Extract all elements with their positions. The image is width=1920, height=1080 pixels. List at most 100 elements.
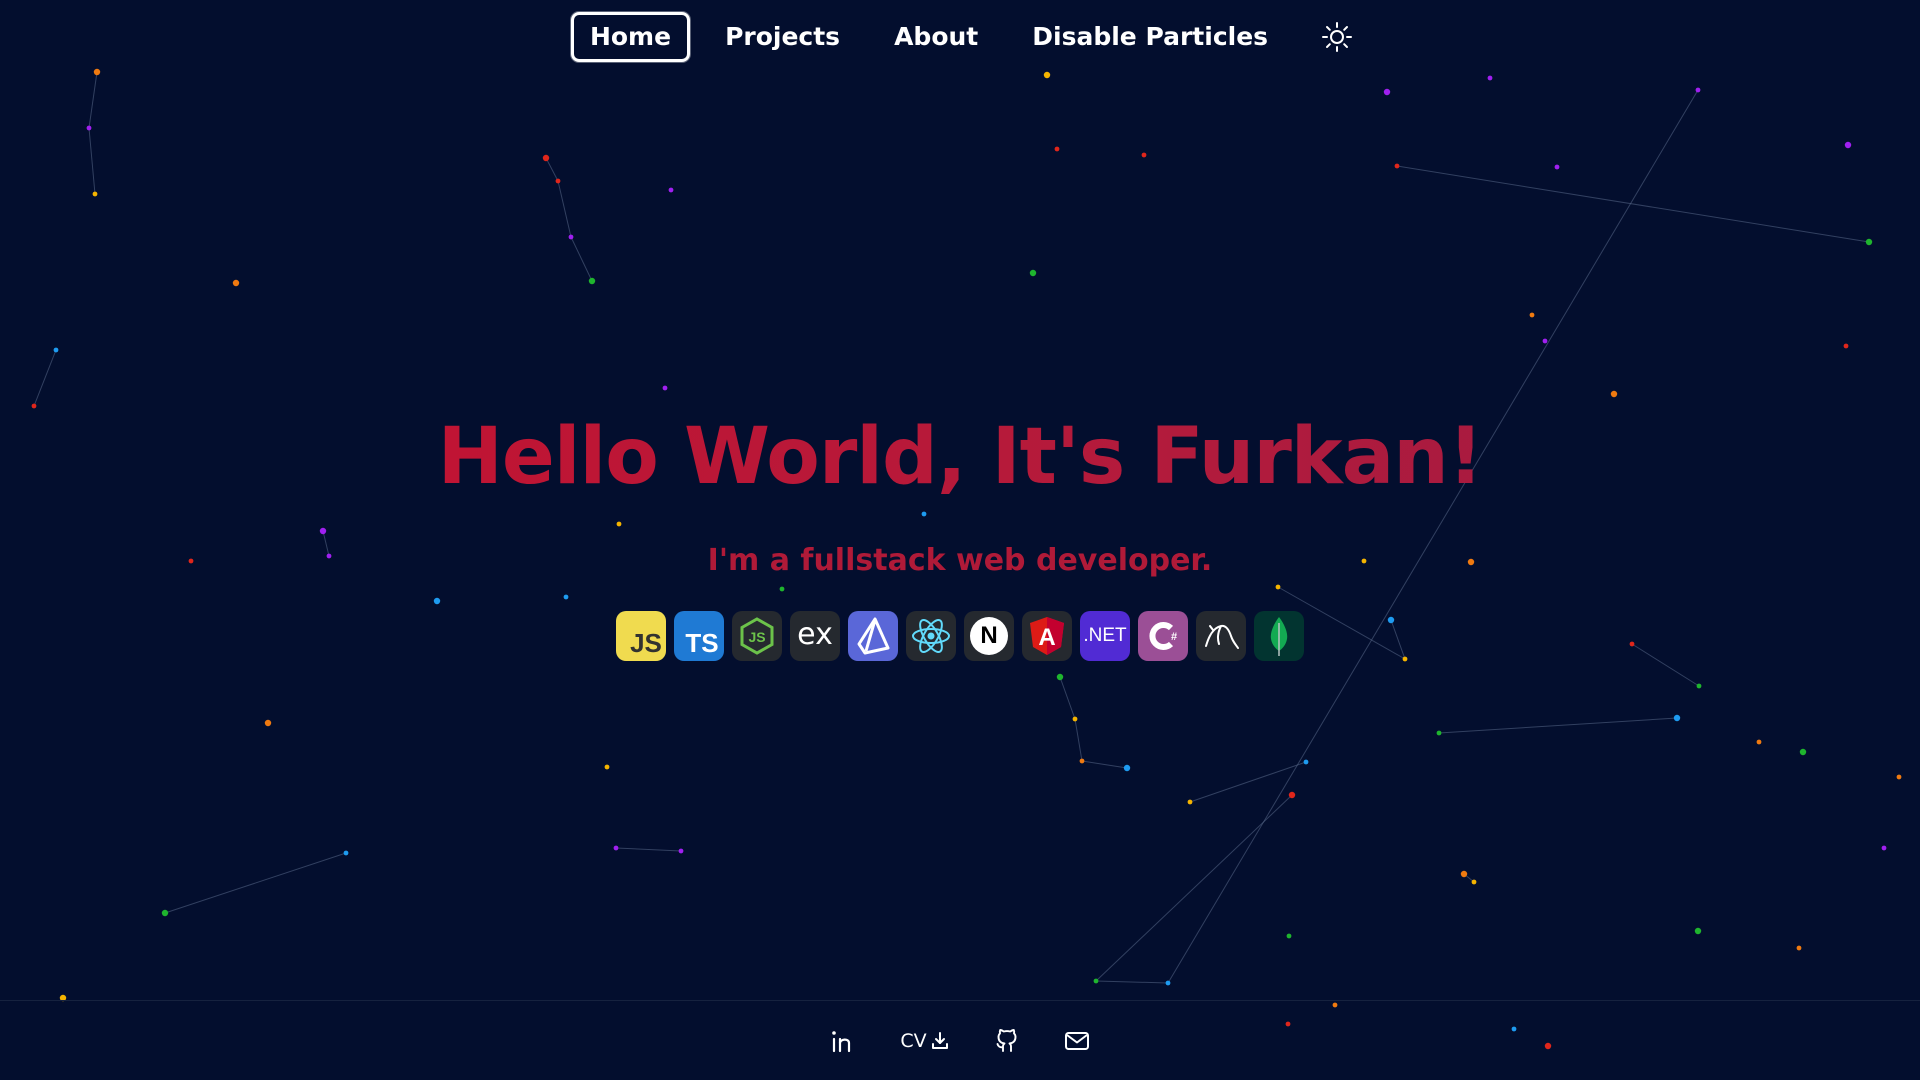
sun-icon (1322, 22, 1353, 52)
particle-link (164, 852, 347, 914)
particle-dot (1673, 714, 1681, 722)
particle-dot (1054, 146, 1060, 152)
particle-dot (232, 279, 240, 287)
react-icon (906, 611, 956, 661)
particle-dot (542, 154, 550, 162)
angular-icon: A (1022, 611, 1072, 661)
hero-subtitle: I'm a fullstack web developer. (707, 543, 1213, 578)
particle-link (1095, 980, 1169, 984)
particle-dot (1056, 673, 1064, 681)
particle-dot (1460, 870, 1468, 878)
particle-dot (161, 909, 169, 917)
particle-dot (604, 764, 610, 770)
particle-dot (1288, 791, 1296, 799)
particle-link (1081, 760, 1128, 769)
download-icon (931, 1032, 948, 1049)
particle-dot (678, 848, 684, 854)
particle-dot (779, 586, 785, 592)
particle-dot (1043, 71, 1051, 79)
particle-link (1167, 89, 1699, 984)
prisma-icon (848, 611, 898, 661)
particle-dot (1610, 390, 1618, 398)
mongodb-icon (1254, 611, 1304, 661)
particle-dot (53, 347, 59, 353)
particle-link (545, 157, 559, 182)
particle-dot (616, 521, 622, 527)
particle-dot (1695, 87, 1701, 93)
particle-dot (1471, 879, 1477, 885)
particle-link (1074, 718, 1083, 762)
particle-dot (1286, 933, 1292, 939)
particle-dot (1303, 759, 1309, 765)
javascript-icon: JS (616, 611, 666, 661)
particle-dot (1881, 845, 1887, 851)
particle-dot (86, 125, 92, 131)
particle-dot (1141, 152, 1147, 158)
github-icon (996, 1029, 1017, 1052)
particle-dot (921, 511, 927, 517)
typescript-icon: TS (674, 611, 724, 661)
particle-dot (662, 385, 668, 391)
particle-dot (1529, 312, 1535, 318)
particle-link (33, 349, 57, 407)
particle-dot (668, 187, 674, 193)
particle-dot (1542, 338, 1548, 344)
particle-dot (613, 845, 619, 851)
particle-dot (1123, 764, 1131, 772)
top-nav: Home Projects About Disable Particles (0, 12, 1920, 62)
theme-toggle-button[interactable] (1317, 17, 1357, 57)
particle-dot (1487, 75, 1493, 81)
particle-dot (1436, 730, 1442, 736)
particle-dot (433, 597, 441, 605)
particle-dot (1275, 584, 1281, 590)
particle-dot (343, 850, 349, 856)
tech-stack-row: JS TS JS ex N A .NET # (0, 611, 1920, 661)
hero-title: Hello World, It's Furkan! (0, 412, 1920, 502)
particle-dot (1844, 141, 1852, 149)
particle-dot (1696, 683, 1702, 689)
particle-dot (1796, 945, 1802, 951)
particle-link (1189, 761, 1307, 803)
linkedin-icon (832, 1031, 851, 1053)
nav-home[interactable]: Home (570, 12, 691, 62)
express-icon: ex (790, 611, 840, 661)
particle-dot (1865, 238, 1873, 246)
particle-dot (1165, 980, 1171, 986)
particle-link (88, 127, 96, 195)
particle-link (570, 236, 593, 282)
linkedin-link[interactable] (830, 1021, 856, 1061)
mail-icon (1064, 1032, 1089, 1050)
dotnet-icon: .NET (1080, 611, 1130, 661)
mysql-icon (1196, 611, 1246, 661)
particle-dot (1383, 88, 1391, 96)
particle-dot (31, 403, 37, 409)
particle-field (31, 68, 1902, 1050)
svg-text:A: A (1038, 624, 1055, 651)
cv-download-link[interactable]: CV (900, 1021, 949, 1061)
particle-dot (1843, 343, 1849, 349)
particle-link (1438, 717, 1678, 734)
footer: CV (0, 1000, 1920, 1080)
particle-dot (588, 277, 596, 285)
nextjs-icon: N (964, 611, 1014, 661)
github-link[interactable] (994, 1021, 1020, 1061)
particle-link (557, 180, 572, 238)
particle-link (88, 71, 98, 129)
particle-dot (568, 234, 574, 240)
particle-dot (1394, 163, 1400, 169)
nav-about[interactable]: About (875, 12, 997, 62)
particle-dot (264, 719, 272, 727)
particle-dot (92, 191, 98, 197)
particle-dot (1694, 927, 1702, 935)
nav-disable-particles[interactable]: Disable Particles (1013, 12, 1287, 62)
particle-dot (93, 68, 101, 76)
particle-dot (1799, 748, 1807, 756)
page-background: Home Projects About Disable Particles He… (0, 0, 1920, 1080)
mail-link[interactable] (1064, 1021, 1090, 1061)
svg-text:JS: JS (748, 629, 765, 645)
particle-link (1396, 165, 1870, 243)
csharp-icon: # (1138, 611, 1188, 661)
nav-projects[interactable]: Projects (706, 12, 859, 62)
particle-dot (1093, 978, 1099, 984)
svg-text:#: # (1171, 631, 1177, 643)
